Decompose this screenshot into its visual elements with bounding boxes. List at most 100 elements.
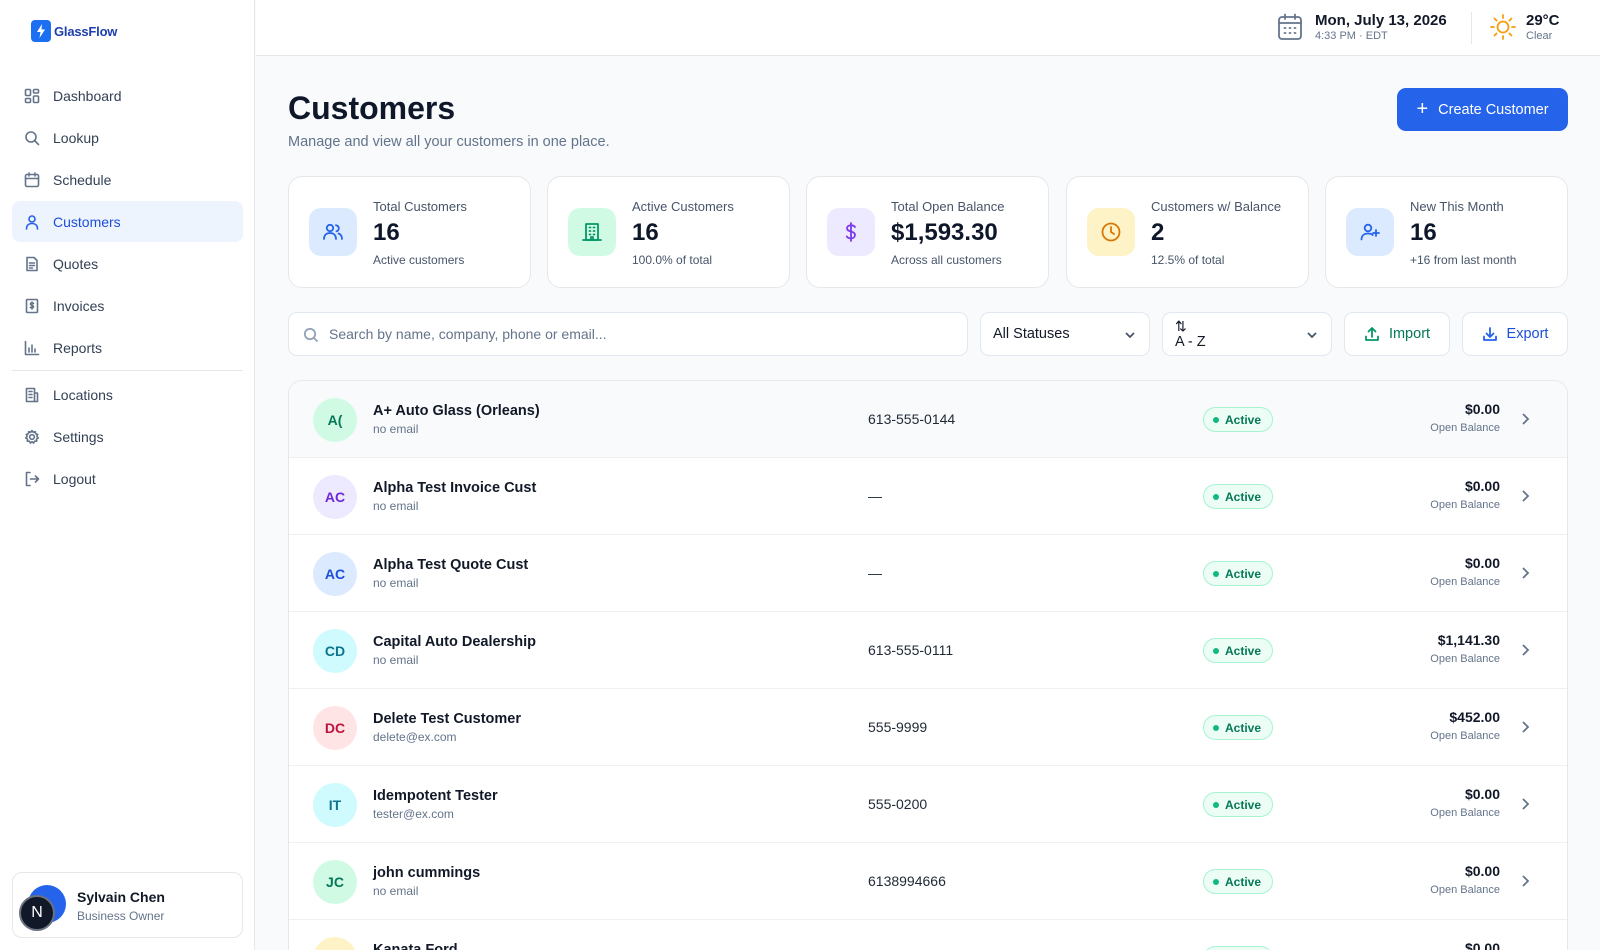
customer-name: john cummings <box>373 865 481 881</box>
export-button[interactable]: Export <box>1462 312 1568 356</box>
status-label: Active <box>1225 566 1262 581</box>
users-icon <box>309 208 357 256</box>
customer-avatar: A( <box>313 398 357 442</box>
search-icon <box>303 327 319 343</box>
logout-icon <box>25 471 40 486</box>
status-badge: Active <box>1203 407 1274 432</box>
chevron-right-icon <box>1522 644 1530 656</box>
dashboard-icon <box>24 88 40 103</box>
customer-phone: 613-555-0144 <box>868 411 956 427</box>
customer-email: no email <box>373 499 419 513</box>
calendar-icon <box>1278 13 1302 40</box>
customer-name: Kanata Ford <box>373 942 458 950</box>
stat-label: Active Customers <box>632 199 734 214</box>
customer-phone: — <box>868 488 882 504</box>
document-icon <box>26 256 38 271</box>
stat-label: Total Open Balance <box>891 199 1005 214</box>
status-badge: Active <box>1203 484 1274 509</box>
page-subtitle: Manage and view all your customers in on… <box>288 134 610 150</box>
table-row[interactable]: IT Idempotent Tester tester@ex.com 555-0200… <box>289 766 1567 843</box>
stat-label: Total Customers <box>373 199 467 214</box>
customer-avatar: JC <box>313 860 357 904</box>
sidebar-item-label: Settings <box>53 428 104 445</box>
sidebar-item-dashboard[interactable]: Dashboard <box>12 75 243 116</box>
sidebar-item-lookup[interactable]: Lookup <box>12 117 243 158</box>
app-name: GlassFlow <box>54 23 118 39</box>
app-logo[interactable]: GlassFlow <box>31 20 117 42</box>
stat-value: 2 <box>1151 219 1165 246</box>
sidebar-item-logout[interactable]: Logout <box>12 458 243 499</box>
building-icon <box>25 387 39 402</box>
customer-balance: $452.00 <box>1449 709 1500 725</box>
chevron-right-icon <box>1522 721 1530 733</box>
table-row[interactable]: AC Alpha Test Quote Cust no email — Active $0… <box>289 535 1567 612</box>
status-label: Active <box>1225 797 1262 812</box>
stat-card-active-customers: Active Customers 16 100.0% of total <box>547 176 790 288</box>
customer-email: no email <box>373 576 419 590</box>
download-icon <box>1482 327 1497 341</box>
status-filter-select[interactable]: All Statuses <box>980 312 1150 356</box>
stat-value: 16 <box>373 219 400 246</box>
stat-value: 16 <box>632 219 659 246</box>
status-dot <box>1213 416 1219 423</box>
status-dot <box>1213 647 1219 654</box>
status-badge: Active <box>1203 946 1274 950</box>
status-badge: Active <box>1203 792 1274 817</box>
customer-name: Idempotent Tester <box>373 788 498 804</box>
customer-avatar: CD <box>313 629 357 673</box>
sidebar-item-quotes[interactable]: Quotes <box>12 243 243 284</box>
customer-name: Alpha Test Invoice Cust <box>373 480 537 496</box>
sort-select[interactable]: ⇅ A - Z <box>1162 312 1332 356</box>
chevron-right-icon <box>1522 567 1530 579</box>
table-row[interactable]: DC Delete Test Customer delete@ex.com 555-9… <box>289 689 1567 766</box>
stat-card-customers-with-balance: Customers w/ Balance 2 12.5% of total <box>1066 176 1309 288</box>
sidebar-item-label: Logout <box>53 470 96 487</box>
table-row[interactable]: CD Capital Auto Dealership no email 613-555… <box>289 612 1567 689</box>
create-customer-button[interactable]: + Create Customer <box>1397 88 1568 131</box>
balance-label: Open Balance <box>1430 576 1500 588</box>
customer-balance: $0.00 <box>1464 786 1500 802</box>
sidebar-item-label: Reports <box>53 339 103 356</box>
balance-label: Open Balance <box>1430 884 1500 896</box>
sidebar-item-invoices[interactable]: Invoices <box>12 285 243 326</box>
table-row[interactable]: AC Alpha Test Invoice Cust no email — Active… <box>289 458 1567 535</box>
user-plus-icon <box>1346 208 1394 256</box>
plus-icon: + <box>1416 97 1429 120</box>
table-row[interactable]: A(A+ Auto Glass (Orleans) no email 613-555… <box>289 381 1567 458</box>
status-label: Active <box>1225 489 1262 504</box>
stat-label: New This Month <box>1410 199 1504 214</box>
status-badge: Active <box>1203 869 1274 894</box>
sidebar-item-locations[interactable]: Locations <box>12 374 243 415</box>
customer-phone: 6138994666 <box>868 873 946 889</box>
sidebar-item-reports[interactable]: Reports <box>12 327 243 368</box>
building-icon <box>568 208 616 256</box>
sidebar-nav: Dashboard Lookup Schedule Customers Quot… <box>12 75 243 500</box>
sidebar-item-schedule[interactable]: Schedule <box>12 159 243 200</box>
upload-icon <box>1365 327 1379 341</box>
chevron-right-icon <box>1522 798 1530 810</box>
import-button[interactable]: Import <box>1344 312 1450 356</box>
next-badge-icon[interactable]: N <box>19 895 55 931</box>
table-row[interactable]: KFKanata FordActive$0.00Open Balance <box>289 920 1567 950</box>
customer-email: no email <box>373 653 419 667</box>
customer-list: A(A+ Auto Glass (Orleans) no email 613-555… <box>288 380 1568 950</box>
table-row[interactable]: JC john cummings no email 6138994666 Active $… <box>289 843 1567 920</box>
search-input[interactable] <box>329 313 959 355</box>
sidebar-item-label: Schedule <box>53 171 112 188</box>
status-dot <box>1213 493 1219 500</box>
weather-condition: Clear <box>1526 30 1553 42</box>
sidebar-item-settings[interactable]: Settings <box>12 416 243 457</box>
sidebar-item-customers[interactable]: Customers <box>12 201 243 242</box>
customer-phone: — <box>868 565 882 581</box>
sort-arrows-icon: ⇅ <box>1175 318 1187 334</box>
user-profile-card[interactable]: N Sylvain Chen Business Owner <box>12 872 243 938</box>
status-badge: Active <box>1203 561 1274 586</box>
customer-balance: $0.00 <box>1464 555 1500 571</box>
chevron-down-icon <box>1125 332 1135 339</box>
customer-email: no email <box>373 422 419 436</box>
status-filter-value: All Statuses <box>993 326 1070 342</box>
stat-footnote: 100.0% of total <box>632 253 713 267</box>
customer-phone: 613-555-0111 <box>868 642 954 658</box>
sidebar-item-label: Invoices <box>53 297 105 314</box>
stat-card-total-customers: Total Customers 16 Active customers <box>288 176 531 288</box>
